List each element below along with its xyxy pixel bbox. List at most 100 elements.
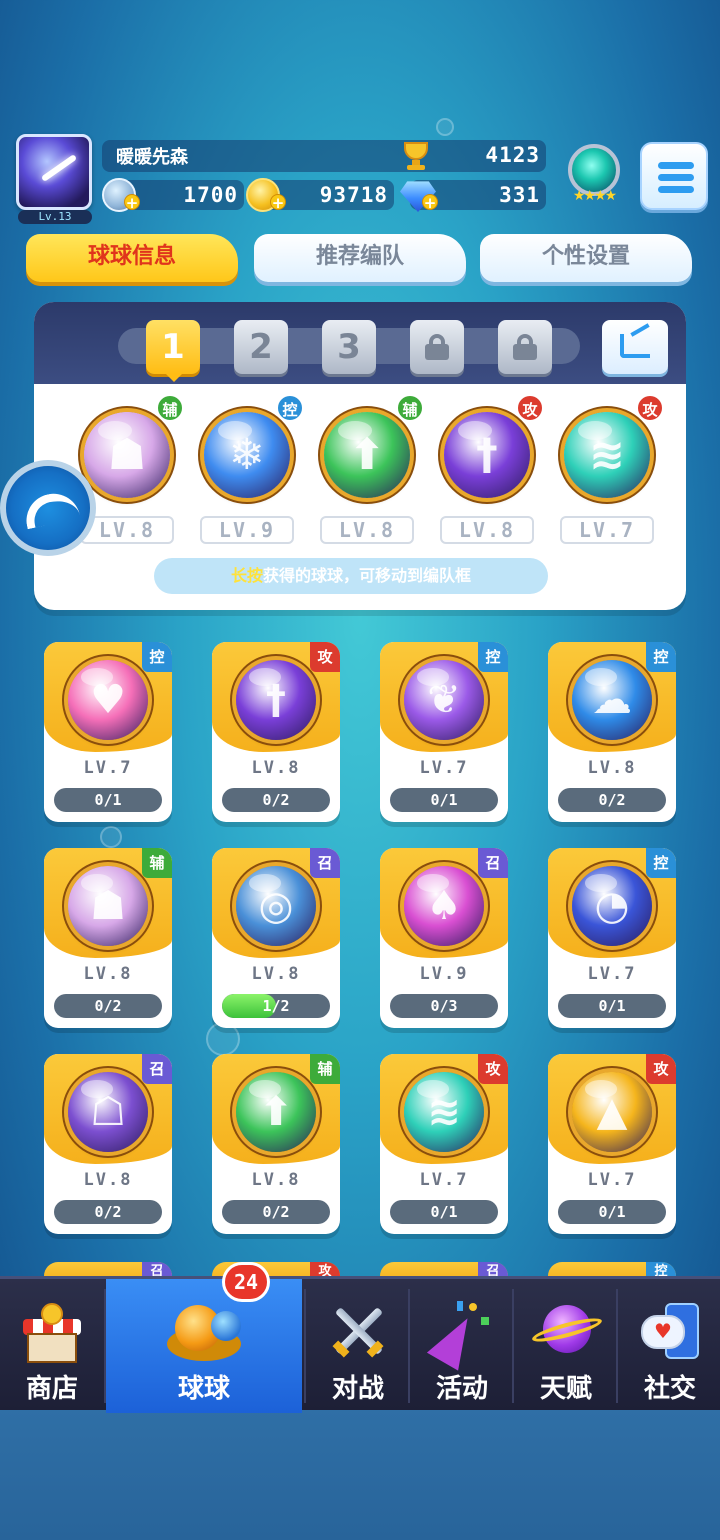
player-name-bar: 暖暖先森 4123 [102,140,546,172]
card-progress-bar: 0/1 [390,788,498,812]
team-ball-orb: ❄ [204,412,290,498]
ball-card[interactable]: ❦ 控 LV.7 0/1 [380,642,508,822]
shop-icon [17,1301,87,1365]
wave-icon [21,488,81,530]
player-avatar[interactable]: Lv.13 [16,134,94,224]
trophy-count: 4123 [485,143,540,167]
ball-card[interactable]: ◎ 召 LV.8 1/2 [212,848,340,1028]
ball-card[interactable]: † 攻 LV.8 0/2 [212,642,340,822]
nav-shop[interactable]: 商店 [0,1279,104,1413]
nav-battle-label: 对战 [331,1374,384,1404]
progress-text: 1/2 [262,997,290,1015]
role-badge: 攻 [646,1054,676,1084]
role-badge: 辅 [156,394,184,422]
card-level: LV.8 [251,1170,301,1190]
ball-card[interactable]: ♠ 召 LV.9 0/3 [380,848,508,1028]
tab-recommended-team[interactable]: 推荐编队 [254,234,466,282]
team-member-level: LV.9 [200,516,294,544]
nav-talent-label: 天赋 [539,1374,592,1404]
heart-icon: ♥ [90,677,126,723]
team-member-ball[interactable]: ≋ 攻 [558,394,664,504]
share-button[interactable] [602,320,668,374]
team-slot-locked-5[interactable] [498,320,552,374]
team-ball-orb: † [444,412,530,498]
card-level: LV.8 [251,758,301,778]
team-slot-header: 1 2 3 [34,302,686,384]
tab-personal-settings[interactable]: 个性设置 [480,234,692,282]
card-ball-orb: ▲ [572,1072,652,1152]
card-progress-bar: 0/2 [222,1200,330,1224]
team-member-ball[interactable]: ⬆ 辅 [318,394,424,504]
team-panel: 1 2 3 ☗ 辅 LV.8 ❄ 控 LV.9 ⬆ 辅 LV.8 † 攻 LV.8 ≋ 攻 LV.7 长按获… [34,302,686,610]
team-member-ball[interactable]: ☗ 辅 [78,394,184,504]
nav-shop-label: 商店 [25,1374,78,1404]
nav-battle[interactable]: 对战 [306,1279,410,1413]
card-level: LV.8 [251,964,301,984]
card-progress-bar: 0/2 [558,788,666,812]
ball-card[interactable]: ☖ 召 LV.8 0/2 [44,1054,172,1234]
card-level: LV.7 [587,1170,637,1190]
add-gem-button[interactable]: + [422,194,438,211]
slot-pointer [166,374,182,382]
nav-social[interactable]: ♥ 社交 [618,1279,720,1413]
star-arrow-icon: ⬆ [348,430,386,480]
nav-balls[interactable]: 球球 [106,1279,302,1413]
progress-text: 0/1 [598,1203,626,1221]
team-ball-orb: ☗ [84,412,170,498]
team-member-ball[interactable]: † 攻 [438,394,544,504]
card-level: LV.8 [587,758,637,778]
progress-text: 0/2 [94,997,122,1015]
menu-icon-line [658,174,694,181]
ball-card[interactable]: ≋ 攻 LV.7 0/1 [380,1054,508,1234]
card-level: LV.7 [419,758,469,778]
role-badge: 辅 [396,394,424,422]
card-ball-orb: ☁ [572,660,652,740]
card-level: LV.8 [83,964,133,984]
bottom-nav: 商店 球球 对战 活动 天赋 ♥ 社交 [0,1276,720,1413]
team-member-ball[interactable]: ❄ 控 [198,394,304,504]
rank-emblem[interactable]: ★★★★ [560,142,628,210]
team-slot-3[interactable]: 3 [322,320,376,374]
sword-icon: † [476,430,498,480]
card-progress-bar: 0/1 [390,1200,498,1224]
mushroom-icon: ♠ [426,883,462,929]
ball-card[interactable]: ⬆ 辅 LV.8 0/2 [212,1054,340,1234]
ball-card[interactable]: ♥ 控 LV.7 0/1 [44,642,172,822]
cloud-icon: ☁ [592,677,632,723]
role-badge: 控 [646,848,676,878]
card-progress-bar: 1/2 [222,994,330,1018]
team-member-level: LV.8 [320,516,414,544]
progress-text: 0/1 [94,791,122,809]
nav-events[interactable]: 活动 [410,1279,514,1413]
hint-text: 获得的球球，可移动到编队框 [263,566,472,585]
ball-card[interactable]: ☗ 辅 LV.8 0/2 [44,848,172,1028]
progress-text: 0/2 [262,1203,290,1221]
swords-icon [323,1301,393,1365]
team-slot-2[interactable]: 2 [234,320,288,374]
ball-card[interactable]: ▲ 攻 LV.7 0/1 [548,1054,676,1234]
progress-text: 0/3 [430,997,458,1015]
menu-icon [658,162,694,169]
butterfly-icon: ❦ [427,677,461,723]
card-ball-orb: † [236,660,316,740]
energy-value: 1700 [183,183,238,207]
team-slot-1[interactable]: 1 [146,320,200,374]
menu-icon-line [658,186,694,193]
tab-ball-info[interactable]: 球球信息 [26,234,238,282]
chat-icon: ♥ [635,1301,705,1365]
team-member-level: LV.8 [440,516,534,544]
ball-card[interactable]: ☁ 控 LV.8 0/2 [548,642,676,822]
add-energy-button[interactable]: + [124,194,140,211]
player-level-badge: Lv.13 [18,210,92,224]
nav-talent[interactable]: 天赋 [514,1279,618,1413]
nav-social-label: 社交 [643,1374,696,1404]
ball-card[interactable]: ◔ 控 LV.7 0/1 [548,848,676,1028]
floating-shortcut-button[interactable] [0,460,96,556]
menu-button[interactable] [640,142,708,210]
clock-icon: ◔ [594,883,630,929]
card-level: LV.7 [419,1170,469,1190]
card-level: LV.7 [83,758,133,778]
add-coin-button[interactable]: + [270,194,286,211]
silhouette-icon: ☗ [107,430,147,480]
team-slot-locked-4[interactable] [410,320,464,374]
